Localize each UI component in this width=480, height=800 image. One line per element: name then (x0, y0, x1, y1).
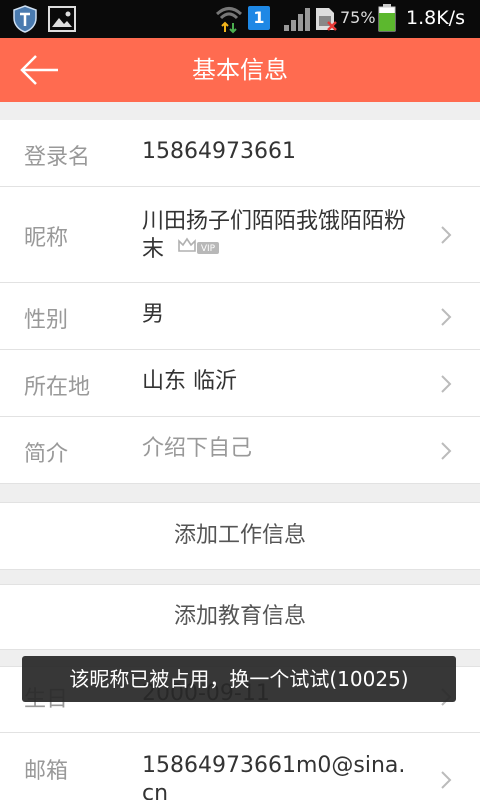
nickname-text-line-2-wrapper: 末 VIP (142, 236, 406, 264)
bio-label: 简介 (24, 442, 69, 467)
signal-strength-icon (284, 8, 310, 31)
battery-icon (378, 4, 396, 32)
login-name-label: 登录名 (24, 145, 91, 170)
add-work-info-button[interactable]: 添加工作信息 (0, 502, 480, 570)
navigation-bar: 基本信息 (0, 38, 480, 102)
status-bar: 1 75% 1.8K/s (0, 0, 480, 38)
nickname-value: 川田扬子们陌陌我饿陌陌粉 末 VIP (142, 208, 406, 264)
bio-row[interactable]: 简介 介绍下自己 (0, 417, 480, 484)
shield-icon (13, 5, 37, 33)
email-value: 15864973661m0@sina. cn (142, 752, 405, 800)
gender-label: 性别 (24, 308, 69, 333)
gender-row[interactable]: 性别 男 (0, 283, 480, 350)
nickname-text-line-2: 末 (142, 237, 165, 262)
wifi-data-icon (215, 7, 243, 34)
vip-crown-icon: VIP (177, 236, 221, 264)
login-name-value: 15864973661 (142, 139, 296, 164)
nickname-text-line-1: 川田扬子们陌陌我饿陌陌粉 (142, 209, 407, 234)
gender-value: 男 (142, 302, 165, 327)
chevron-right-icon (441, 226, 452, 244)
email-text-line-1: 15864973661m0@sina. (142, 753, 406, 778)
chevron-right-icon (441, 375, 452, 393)
page-title: 基本信息 (192, 56, 288, 84)
nickname-row[interactable]: 昵称 川田扬子们陌陌我饿陌陌粉 末 VIP (0, 187, 480, 283)
location-label: 所在地 (24, 375, 91, 400)
chevron-right-icon (441, 771, 452, 789)
email-text-line-2: cn (142, 781, 169, 800)
email-row[interactable]: 邮箱 15864973661m0@sina. cn (0, 733, 480, 800)
chevron-right-icon (441, 308, 452, 326)
sim-slot-badge: 1 (248, 6, 270, 30)
location-row[interactable]: 所在地 山东 临沂 (0, 350, 480, 417)
login-name-row: 登录名 15864973661 (0, 120, 480, 187)
add-education-info-button[interactable]: 添加教育信息 (0, 584, 480, 650)
vip-badge-text: VIP (201, 244, 216, 254)
image-notification-icon (48, 6, 76, 32)
toast-message: 该昵称已被占用，换一个试试(10025) (22, 656, 456, 702)
bio-value: 介绍下自己 (142, 436, 253, 461)
email-label: 邮箱 (24, 759, 69, 784)
network-speed: 1.8K/s (406, 7, 465, 29)
location-value: 山东 临沂 (142, 369, 237, 394)
battery-percentage: 75% (340, 8, 376, 27)
sim-error-icon (316, 8, 337, 31)
chevron-right-icon (441, 442, 452, 460)
nickname-label: 昵称 (24, 226, 69, 251)
